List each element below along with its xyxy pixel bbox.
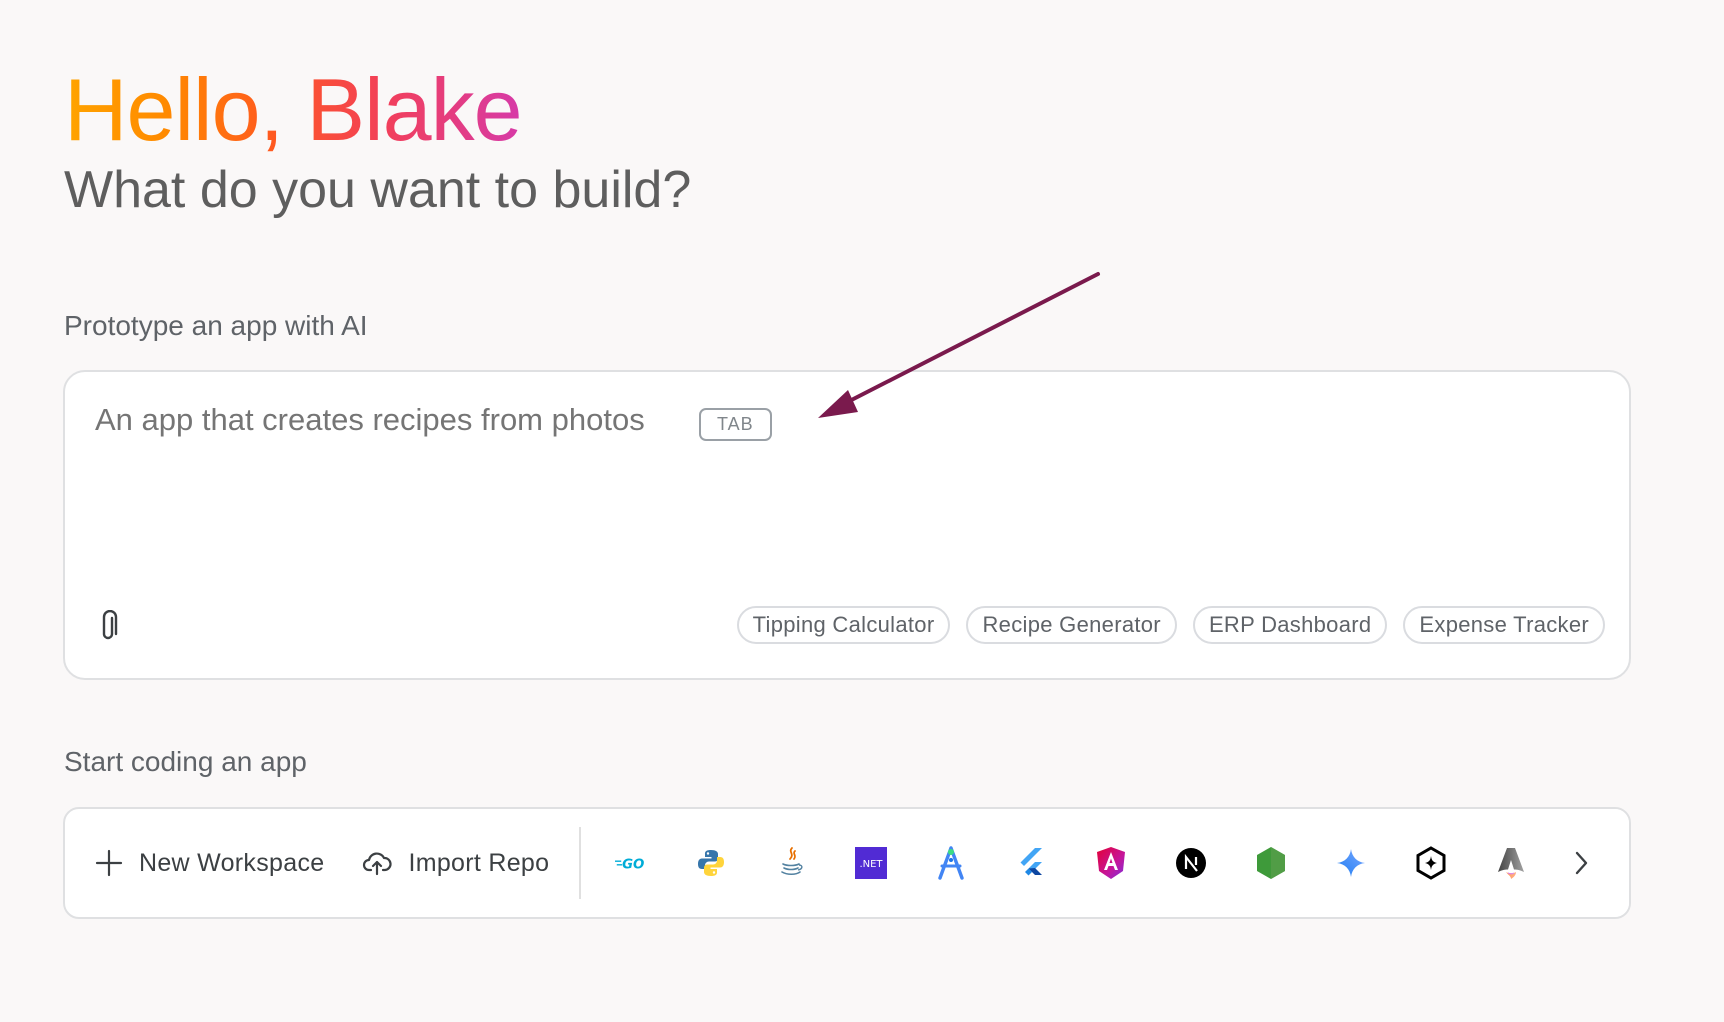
android-icon[interactable] [935, 846, 967, 880]
import-repo-label: Import Repo [408, 848, 550, 877]
chevron-right-icon[interactable] [1563, 845, 1599, 881]
angular-icon[interactable] [1095, 847, 1127, 879]
nodejs-icon[interactable] [1255, 847, 1287, 879]
greeting-title: Hello, Blake [64, 60, 523, 159]
cloud-upload-icon [363, 852, 393, 876]
new-workspace-label: New Workspace [139, 848, 325, 877]
suggestion-chips: Tipping Calculator Recipe Generator ERP … [736, 606, 1605, 644]
page-subtitle: What do you want to build? [64, 161, 692, 219]
python-icon[interactable] [695, 847, 727, 879]
suggestion-chip-recipe-generator[interactable]: Recipe Generator [966, 606, 1177, 644]
prompt-input[interactable] [95, 402, 1495, 438]
toolbar-divider [579, 827, 582, 899]
import-repo-button[interactable]: Import Repo [362, 849, 549, 878]
nextjs-icon[interactable] [1175, 847, 1207, 879]
suggestion-chip-expense-tracker[interactable]: Expense Tracker [1403, 606, 1605, 644]
coding-section-label: Start coding an app [64, 746, 307, 777]
go-icon[interactable]: GO [615, 847, 647, 879]
prototype-section-label: Prototype an app with AI [64, 310, 368, 341]
tech-icon-list: GO .NET [615, 846, 1607, 880]
genkit-icon[interactable] [1415, 846, 1447, 880]
attach-icon[interactable] [95, 610, 121, 644]
flutter-icon[interactable] [1015, 847, 1047, 879]
plus-icon [95, 849, 123, 877]
coding-bar: New Workspace Import Repo GO .NET [63, 807, 1631, 919]
astro-icon[interactable] [1495, 847, 1527, 879]
tab-hint-badge: TAB [699, 408, 772, 441]
go-text: GO [622, 857, 644, 872]
java-icon[interactable] [775, 847, 807, 879]
gemini-icon[interactable] [1335, 847, 1367, 879]
annotation-arrow [818, 272, 1100, 418]
suggestion-chip-tipping-calculator[interactable]: Tipping Calculator [736, 606, 951, 644]
dotnet-icon[interactable]: .NET [855, 847, 888, 879]
dotnet-text: .NET [860, 859, 884, 870]
suggestion-chip-erp-dashboard[interactable]: ERP Dashboard [1192, 606, 1388, 644]
new-workspace-button[interactable]: New Workspace [95, 849, 324, 878]
